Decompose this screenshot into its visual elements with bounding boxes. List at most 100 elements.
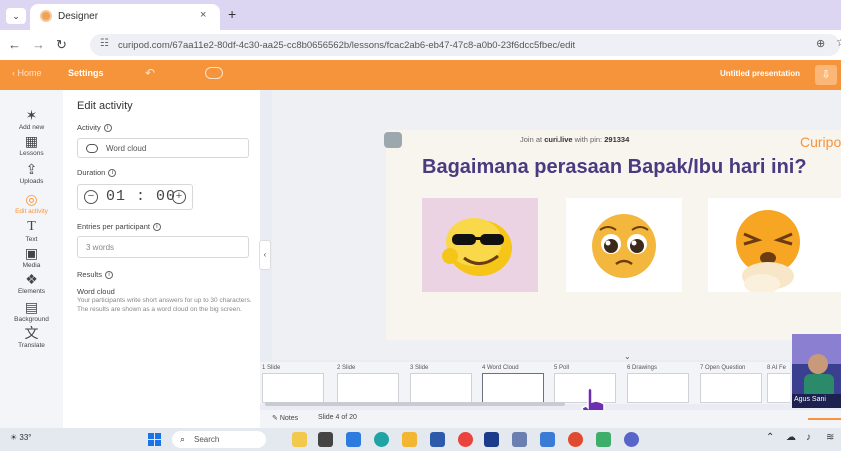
bookmark-star-icon[interactable]: ☆: [836, 35, 841, 49]
cloud-save-icon: [205, 67, 223, 79]
app-icon[interactable]: [512, 432, 527, 447]
app-icon[interactable]: [540, 432, 555, 447]
thumbnail-preview: [700, 373, 762, 403]
tray-chevron-icon[interactable]: ⌃: [766, 432, 774, 443]
edge-browser-icon[interactable]: [374, 432, 389, 447]
relieved-emoji-image[interactable]: [708, 198, 841, 292]
notes-button[interactable]: ✎ Notes: [272, 414, 298, 422]
collapse-panel-chevron-icon[interactable]: ‹: [259, 240, 271, 270]
sunglasses-emoji-icon: [442, 218, 512, 276]
app-icon[interactable]: [484, 432, 499, 447]
browser-tab[interactable]: Designer ×: [30, 4, 220, 30]
app-icon[interactable]: [292, 432, 307, 447]
entries-label: Entries per participant i: [77, 222, 161, 232]
slide-question[interactable]: Bagaimana perasaan Bapak/Ibu hari ini?: [422, 156, 807, 179]
tab-close-icon[interactable]: ×: [200, 9, 206, 21]
settings-button[interactable]: Settings: [68, 68, 104, 78]
activity-select[interactable]: Word cloud: [77, 138, 249, 158]
app-icon[interactable]: [624, 432, 639, 447]
app-icon[interactable]: [458, 432, 473, 447]
panel-title: Edit activity: [77, 100, 133, 112]
activity-label-text: Activity: [77, 123, 101, 132]
thumbnail-1[interactable]: 1 Slide: [260, 362, 326, 404]
entries-input[interactable]: 3 words: [77, 236, 249, 258]
results-description: Your participants write short answers fo…: [77, 297, 252, 313]
folder-icon[interactable]: [402, 432, 417, 447]
thumbnail-7[interactable]: 7 Open Question: [698, 362, 764, 404]
info-icon[interactable]: i: [152, 223, 161, 232]
thumbnail-3[interactable]: 3 Slide: [408, 362, 474, 404]
info-icon[interactable]: i: [103, 124, 112, 133]
info-icon[interactable]: i: [108, 169, 117, 178]
duration-stepper: − 01 : 00 +: [77, 184, 193, 210]
volume-icon[interactable]: ♪: [806, 432, 811, 443]
decrease-duration-button[interactable]: −: [84, 190, 98, 204]
file-manager-icon[interactable]: [318, 432, 333, 447]
tab-list-chevron-icon[interactable]: ⌄: [6, 8, 26, 24]
info-icon[interactable]: i: [105, 271, 114, 280]
activity-value: Word cloud: [106, 144, 147, 153]
thumbnail-preview: [767, 373, 790, 403]
rail-item-edit-activity[interactable]: ◎ Edit activity: [0, 190, 63, 215]
entries-value: 3 words: [86, 243, 115, 252]
url-bar[interactable]: ☷ curipod.com/67aa11e2-80df-4c30-aa25-cc…: [90, 34, 840, 56]
thumbnail-preview: [262, 373, 324, 403]
presentation-title[interactable]: Untitled presentation: [720, 69, 800, 78]
thumbnail-2[interactable]: 2 Slide: [335, 362, 401, 404]
duration-label-text: Duration: [77, 168, 106, 177]
reload-icon[interactable]: ↻: [56, 37, 67, 53]
export-button[interactable]: ⇩: [815, 65, 837, 85]
pleading-emoji-image[interactable]: [566, 198, 682, 292]
wifi-icon[interactable]: ≋: [826, 432, 834, 443]
thumbnail-4[interactable]: 4 Word Cloud: [480, 362, 546, 404]
rail-label: Media: [22, 262, 41, 269]
weather-widget[interactable]: ☀ 33°: [10, 433, 32, 442]
rail-item-background[interactable]: ▤ Background: [0, 298, 63, 323]
rail-item-media[interactable]: ▣ Media: [0, 244, 63, 269]
site-settings-icon[interactable]: ☷: [100, 38, 109, 49]
rail-item-translate[interactable]: 文 Translate: [0, 324, 63, 349]
taskbar-search[interactable]: ⌕ Search: [172, 431, 266, 448]
slide-canvas[interactable]: Join at curi.live with pin: 291334 Curip…: [384, 130, 841, 340]
face-exhaling-emoji-icon: [736, 210, 800, 292]
results-type: Word cloud: [77, 287, 115, 296]
rail-item-text[interactable]: T Text: [0, 218, 63, 243]
zoom-slider[interactable]: [808, 418, 841, 420]
zoom-icon[interactable]: ⊕: [816, 37, 825, 50]
url-text[interactable]: curipod.com/67aa11e2-80df-4c30-aa25-cc8b…: [118, 40, 575, 51]
store-icon[interactable]: [430, 432, 445, 447]
app-icon[interactable]: [346, 432, 361, 447]
search-label: Search: [194, 435, 220, 444]
join-prefix: Join at: [520, 135, 545, 144]
increase-duration-button[interactable]: +: [172, 190, 186, 204]
rail-item-lessons[interactable]: ▦ Lessons: [0, 132, 63, 157]
cloud-tray-icon[interactable]: ☁: [786, 432, 796, 443]
forward-arrow-icon[interactable]: →: [32, 37, 45, 52]
undo-icon[interactable]: ↶: [145, 66, 155, 80]
thumbnails-collapse-chevron-icon[interactable]: ⌄: [624, 352, 631, 361]
thumbnail-6[interactable]: 6 Drawings: [625, 362, 691, 404]
rail-item-add-new[interactable]: ✶ Add new: [0, 106, 63, 131]
windows-start-icon[interactable]: [148, 433, 161, 446]
app-icon[interactable]: [596, 432, 611, 447]
thumbnail-preview: [627, 373, 689, 403]
translate-icon: 文: [24, 325, 39, 341]
favicon-icon: [40, 10, 52, 22]
edit-activity-icon: ◎: [25, 191, 38, 207]
chrome-icon[interactable]: [568, 432, 583, 447]
word-cloud-icon: [86, 144, 98, 153]
rail-label: Text: [25, 236, 38, 243]
cool-emoji-image[interactable]: [422, 198, 538, 292]
thumbnail-label: 2 Slide: [337, 365, 356, 371]
rail-item-uploads[interactable]: ⇪ Uploads: [0, 160, 63, 185]
new-tab-button[interactable]: +: [228, 6, 236, 22]
thumbnails-scrollbar[interactable]: [265, 402, 565, 406]
duration-value[interactable]: 01 : 00: [106, 188, 176, 205]
join-site: curi.live: [544, 135, 573, 144]
thumbnail-8[interactable]: 8 AI Fe: [765, 362, 790, 404]
home-button[interactable]: ‹ Home: [12, 68, 42, 78]
back-arrow-icon[interactable]: ←: [8, 37, 21, 52]
background-icon: ▤: [24, 299, 39, 315]
rail-item-elements[interactable]: ❖ Elements: [0, 270, 63, 295]
rail-label: Edit activity: [15, 208, 48, 215]
